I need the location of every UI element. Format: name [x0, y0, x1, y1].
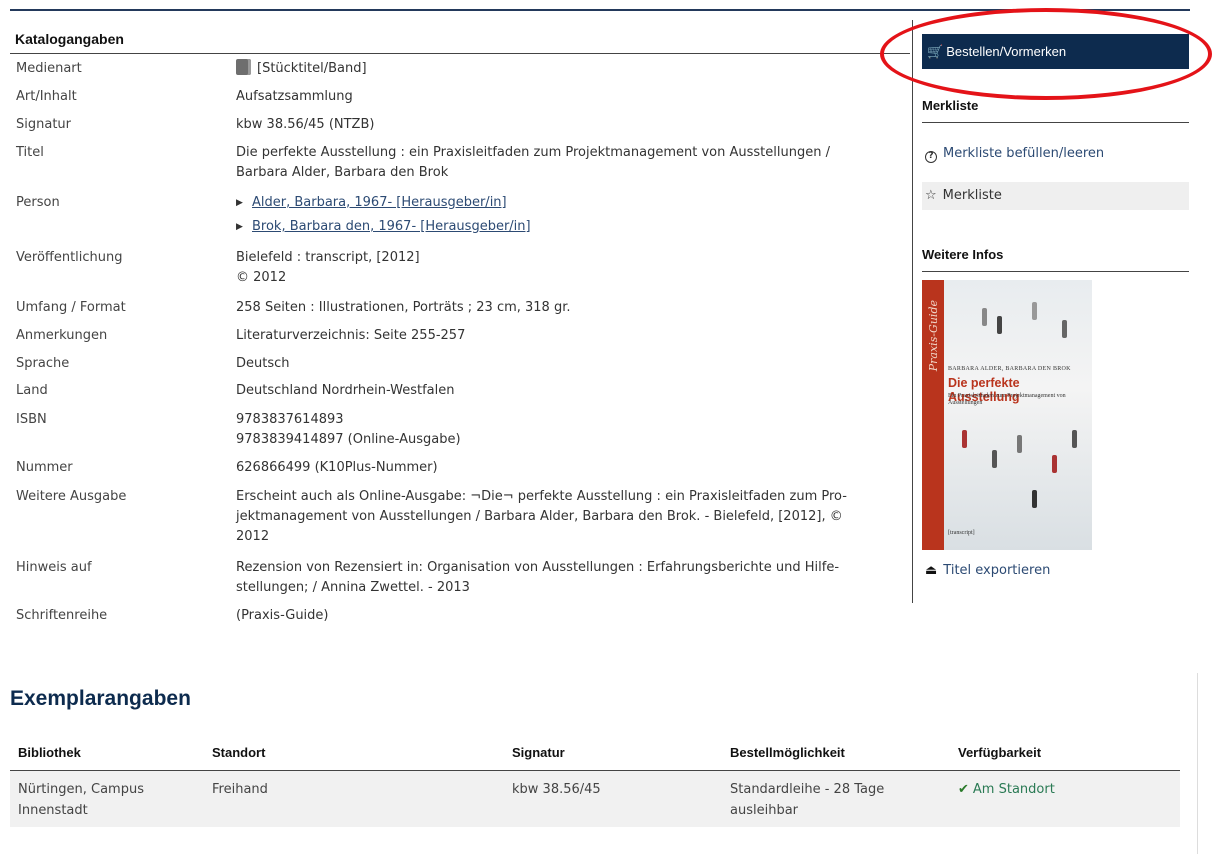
label-land: Land: [16, 383, 48, 398]
label-person: Person: [16, 195, 60, 210]
top-divider: [10, 9, 1190, 11]
col-verfuegbarkeit: Verfügbarkeit: [950, 736, 1180, 771]
value-signatur: kbw 38.56/45 (NTZB): [236, 117, 375, 132]
value-medienart: [Stücktitel/Band]: [257, 61, 367, 76]
cell-standort: Freihand: [204, 770, 504, 827]
availability-status: Am Standort: [972, 781, 1055, 797]
value-umfang: 258 Seiten : Illustrationen, Porträts ; …: [236, 300, 571, 315]
label-medienart: Medienart: [16, 61, 82, 76]
value-veroeffentlichung: Bielefeld : transcript, [2012] © 2012: [236, 250, 420, 285]
cover-authors: BARBARA ALDER, BARBARA DEN BROK: [948, 366, 1071, 372]
cover-figure: [1017, 435, 1022, 453]
book-icon: [236, 59, 251, 75]
export-icon: ⏏: [925, 563, 938, 578]
value-art: Aufsatzsammlung: [236, 89, 353, 104]
value-land: Deutschland Nordrhein-Westfalen: [236, 383, 455, 398]
label-nummer: Nummer: [16, 460, 73, 475]
cover-publisher: [transcript]: [948, 530, 975, 536]
value-person: ▶ Alder, Barbara, 1967- [Herausgeber/in] …: [236, 193, 876, 241]
label-signatur: Signatur: [16, 117, 72, 132]
cover-figure: [997, 316, 1002, 334]
value-titel: Die perfekte Ausstellung : ein Praxislei…: [236, 145, 830, 180]
merkliste-heading: Merkliste: [922, 97, 1189, 123]
label-art: Art/Inhalt: [16, 89, 77, 104]
checkmark-icon: ✔: [958, 781, 969, 797]
cell-verfuegbarkeit: ✔ Am Standort: [950, 770, 1180, 827]
sidebar-divider: [912, 20, 913, 603]
cell-bibliothek: Nürtingen, Campus Innenstadt: [10, 770, 204, 827]
order-button-label: Bestellen/Vormerken: [946, 44, 1067, 59]
help-icon: ?: [925, 151, 937, 163]
cover-figure: [992, 450, 997, 468]
person-link-brok[interactable]: Brok, Barbara den, 1967- [Herausgeber/in…: [252, 219, 531, 234]
col-standort: Standort: [204, 736, 504, 771]
cover-figure: [982, 308, 987, 326]
table-row: Nürtingen, Campus Innenstadt Freihand kb…: [10, 770, 1180, 827]
label-isbn: ISBN: [16, 412, 47, 427]
cover-figure: [1032, 490, 1037, 508]
table-header-row: Bibliothek Standort Signatur Bestellmögl…: [10, 736, 1180, 771]
cover-figure: [962, 430, 967, 448]
cover-figure: [1032, 302, 1037, 320]
star-icon: ☆: [925, 188, 937, 203]
book-cover[interactable]: Praxis-Guide BARBARA ALDER, BARBARA DEN …: [922, 280, 1092, 550]
catalog-heading: Katalogangaben: [10, 28, 910, 54]
cell-bestellung: Standardleihe - 28 Tage ausleihbar: [722, 770, 950, 827]
cell-signatur: kbw 38.56/45: [504, 770, 722, 827]
value-isbn: 9783837614893 9783839414897 (Online-Ausg…: [236, 412, 461, 447]
exemplar-table: Bibliothek Standort Signatur Bestellmögl…: [10, 736, 1180, 827]
label-schriftenreihe: Schriftenreihe: [16, 608, 108, 623]
triangle-right-icon: ▶: [236, 222, 243, 232]
export-link[interactable]: ⏏ Titel exportieren: [922, 557, 1189, 585]
label-umfang: Umfang / Format: [16, 300, 126, 315]
col-bestellung: Bestellmöglichkeit: [722, 736, 950, 771]
cover-series: Praxis-Guide: [927, 300, 940, 372]
cover-subtitle: Ein Praxisleitfaden zum Projektmanagemen…: [948, 393, 1066, 406]
cart-icon: 🛒: [927, 44, 944, 59]
exemplar-heading: Exemplarangaben: [10, 687, 191, 710]
value-hinweis: Rezension von Rezensiert in: Organisatio…: [236, 560, 840, 595]
label-weitere-ausgabe: Weitere Ausgabe: [16, 489, 127, 504]
value-weitere-ausgabe: Erscheint auch als Online-Ausgabe: ¬Die¬…: [236, 489, 847, 544]
value-sprache: Deutsch: [236, 356, 290, 371]
label-titel: Titel: [16, 145, 44, 160]
person-link-alder[interactable]: Alder, Barbara, 1967- [Herausgeber/in]: [252, 195, 507, 210]
value-anmerkungen: Literaturverzeichnis: Seite 255-257: [236, 328, 466, 343]
catalog-section: Katalogangaben Medienart [Stücktitel/Ban…: [10, 28, 910, 623]
value-schriftenreihe: (Praxis-Guide): [236, 608, 329, 623]
cover-figure: [1062, 320, 1067, 338]
order-button[interactable]: 🛒 Bestellen/Vormerken: [922, 34, 1189, 69]
label-veroeffentlichung: Veröffentlichung: [16, 250, 123, 265]
col-signatur: Signatur: [504, 736, 722, 771]
cover-figure: [1072, 430, 1077, 448]
value-nummer: 626866499 (K10Plus-Nummer): [236, 460, 438, 475]
weitere-infos-heading: Weitere Infos: [922, 246, 1189, 272]
merkliste-fill-link[interactable]: ? Merkliste befüllen/leeren: [922, 140, 1189, 168]
label-anmerkungen: Anmerkungen: [16, 328, 108, 343]
right-scroll-divider: [1197, 673, 1198, 854]
label-hinweis: Hinweis auf: [16, 560, 92, 575]
cover-figure: [1052, 455, 1057, 473]
merkliste-link[interactable]: ☆ Merkliste: [922, 182, 1189, 210]
label-sprache: Sprache: [16, 356, 70, 371]
col-bibliothek: Bibliothek: [10, 736, 204, 771]
triangle-right-icon: ▶: [236, 198, 243, 208]
